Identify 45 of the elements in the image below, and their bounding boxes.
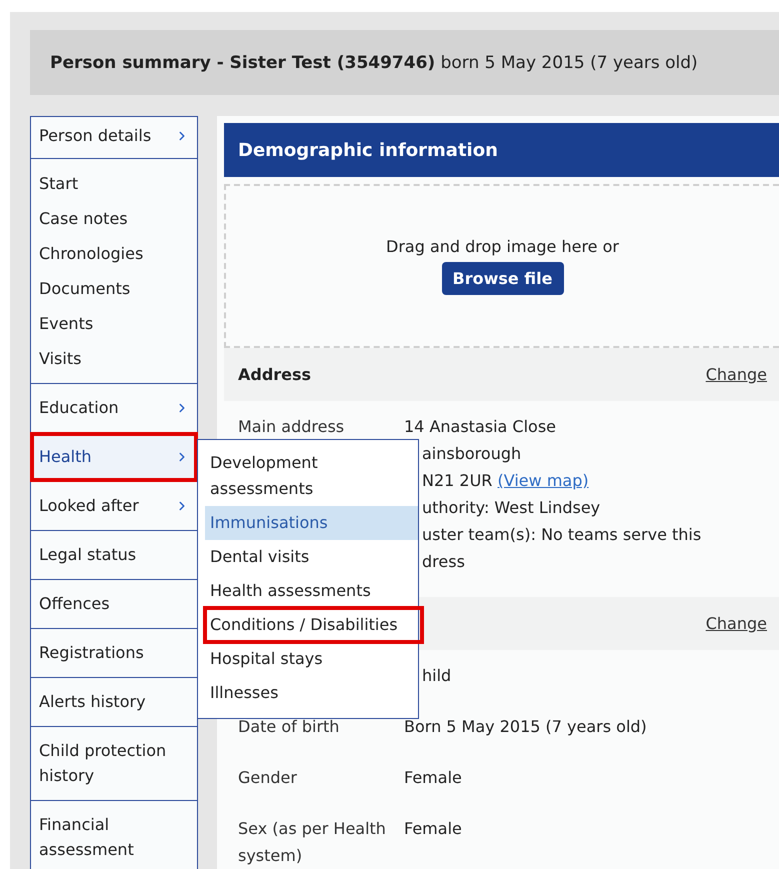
- field-label: Gender: [238, 767, 298, 789]
- sidebar-item[interactable]: Visits: [31, 341, 197, 376]
- sidebar-item[interactable]: Offences: [31, 580, 197, 628]
- submenu-item[interactable]: Conditions / Disabilities: [205, 608, 422, 642]
- submenu-item[interactable]: Hospital stays: [205, 642, 418, 676]
- field-value: 14 Anastasia Close: [404, 416, 558, 438]
- submenu-item[interactable]: Development assessments: [205, 446, 418, 506]
- sidebar-item[interactable]: Health: [31, 433, 197, 481]
- change-link[interactable]: Change: [706, 614, 767, 633]
- submenu-item[interactable]: Dental visits: [205, 540, 418, 574]
- field-value: Born 5 May 2015 (7 years old): [404, 716, 648, 738]
- field-label: Main address: [238, 416, 346, 438]
- panel-title: Demographic information: [224, 123, 779, 177]
- view-map-link[interactable]: (View map): [498, 471, 589, 490]
- sidebar-item[interactable]: Financial assessment: [31, 801, 197, 869]
- submenu-item[interactable]: Health assessments: [205, 574, 418, 608]
- field-value: N21 2UR: [422, 471, 492, 490]
- field-value: hild: [421, 665, 452, 687]
- sidebar-item[interactable]: Alerts history: [31, 678, 197, 726]
- sidebar-item[interactable]: Legal status: [31, 531, 197, 579]
- browse-file-button[interactable]: Browse file: [442, 262, 564, 295]
- submenu-item[interactable]: Illnesses: [205, 676, 418, 710]
- dropzone-text: Drag and drop image here or: [386, 237, 619, 256]
- section-title: Address: [238, 365, 312, 384]
- sidebar-item[interactable]: Events: [31, 306, 197, 341]
- sidebar-item[interactable]: Case notes: [31, 201, 197, 236]
- submenu-item[interactable]: Immunisations: [205, 506, 418, 540]
- sidebar-item[interactable]: Registrations: [31, 629, 197, 677]
- sidebar-item[interactable]: Child protection history: [31, 727, 197, 800]
- field-value: Female: [404, 767, 463, 789]
- field-value: uster team(s): No teams serve this: [421, 524, 702, 546]
- field-value: uthority: West Lindsey: [421, 497, 602, 519]
- field-value: Female: [404, 818, 463, 840]
- sidebar-item[interactable]: Person details: [31, 117, 197, 158]
- change-link[interactable]: Change: [706, 365, 767, 384]
- sidebar-item[interactable]: Documents: [31, 271, 197, 306]
- field-value: ainsborough: [421, 443, 522, 465]
- page-title: Person summary - Sister Test (3549746) born 5 May 2015 (7 years old): [30, 30, 779, 95]
- field-label: Date of birth: [238, 716, 340, 738]
- sidebar-item[interactable]: Chronologies: [31, 236, 197, 271]
- sidebar-item[interactable]: Looked after: [31, 482, 197, 530]
- sidebar-item[interactable]: Start: [31, 166, 197, 201]
- sidebar-item[interactable]: Education: [31, 384, 197, 432]
- field-label: Sex (as per Health system): [238, 818, 387, 867]
- field-value: dress: [421, 551, 466, 573]
